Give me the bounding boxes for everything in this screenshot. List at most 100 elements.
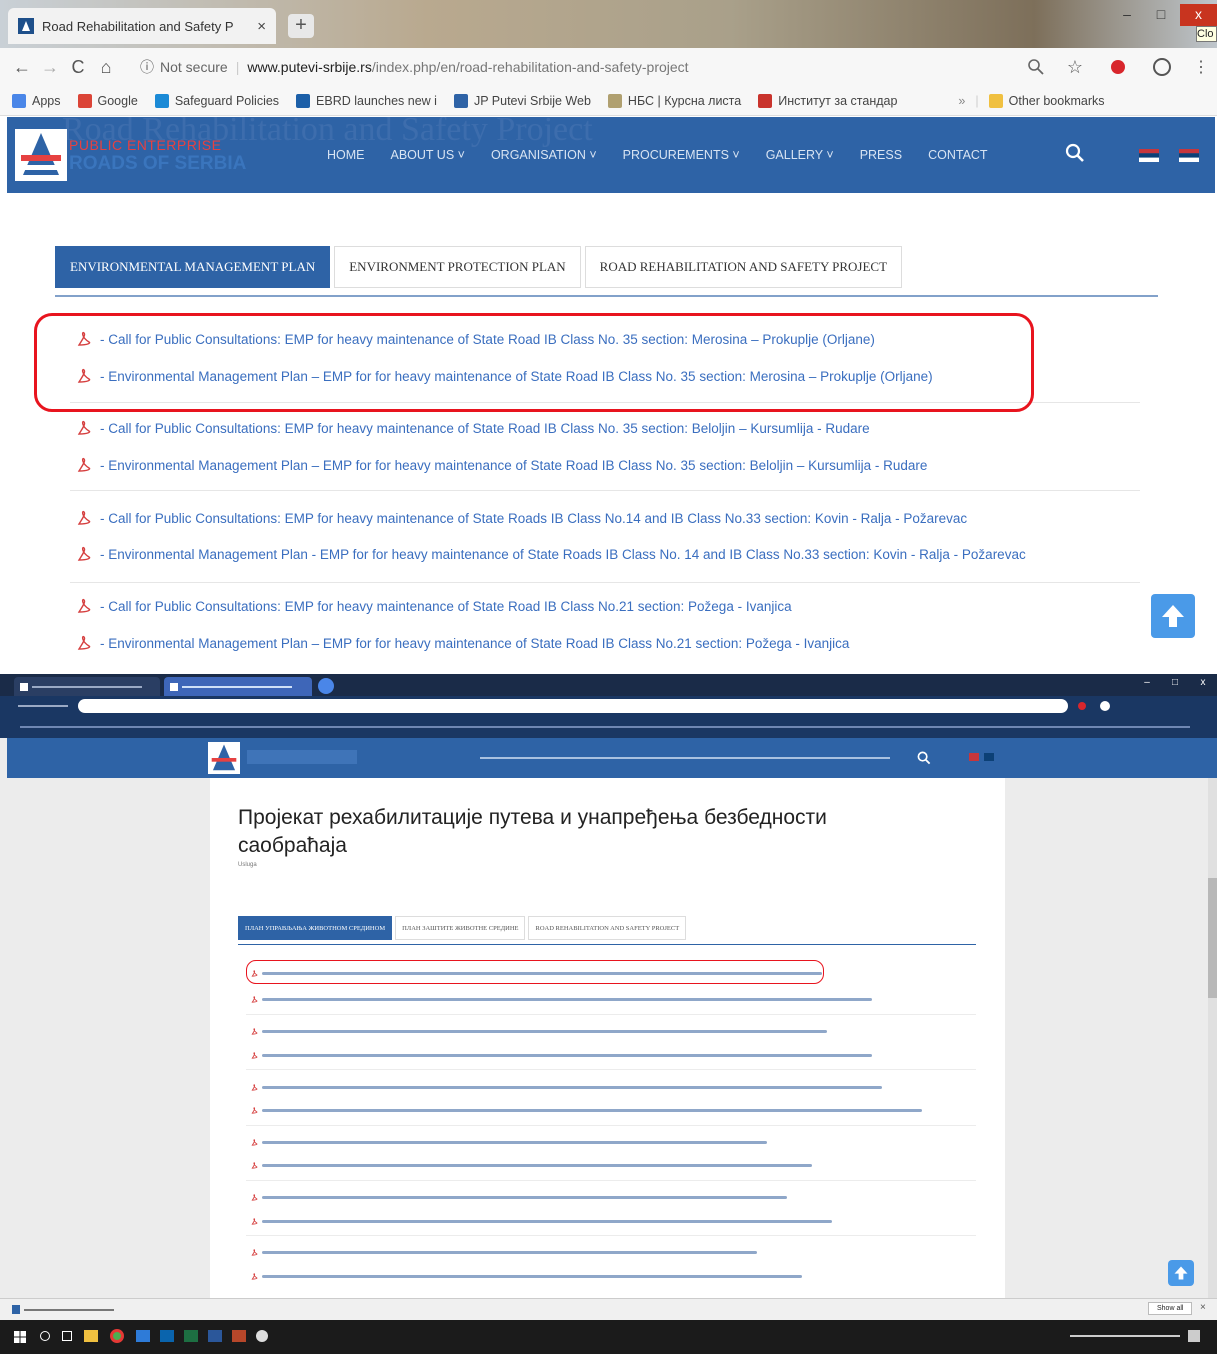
scroll-to-top-button[interactable] xyxy=(1151,594,1195,638)
acrobat-icon[interactable] xyxy=(232,1330,246,1342)
document-link[interactable] xyxy=(251,1139,767,1146)
menu-item[interactable]: CONTACT xyxy=(928,148,988,162)
document-link[interactable] xyxy=(251,1107,922,1114)
menu-item[interactable]: GALLERY ˅ xyxy=(766,148,834,162)
document-link[interactable]: - Environmental Management Plan – EMP fo… xyxy=(76,457,927,473)
document-link[interactable] xyxy=(251,1249,757,1256)
document-link[interactable] xyxy=(251,1084,882,1091)
document-link[interactable]: - Environmental Management Plan - EMP fo… xyxy=(76,546,1026,562)
document-link[interactable] xyxy=(251,1028,827,1035)
windows-start-icon[interactable] xyxy=(14,1331,26,1343)
tab-underline xyxy=(55,295,1158,297)
menu-item[interactable]: ORGANISATION ˅ xyxy=(491,148,597,162)
maximize-button[interactable]: □ xyxy=(1164,677,1186,693)
extension-icon[interactable] xyxy=(1111,60,1125,74)
bookmarks-more-icon[interactable]: » xyxy=(958,94,965,108)
bookmark-items[interactable] xyxy=(20,726,1190,728)
maximize-button[interactable]: □ xyxy=(1146,4,1176,26)
profile-icon[interactable] xyxy=(1153,58,1171,76)
show-all-button[interactable]: Show all xyxy=(1148,1302,1193,1315)
bookmark-item[interactable]: Институт за стандар xyxy=(758,93,897,108)
home-icon[interactable]: ⌂ xyxy=(92,57,120,78)
minimize-button[interactable]: – xyxy=(1136,677,1158,693)
document-link[interactable]: - Call for Public Consultations: EMP for… xyxy=(76,510,967,526)
kebab-menu-icon[interactable]: ⋮ xyxy=(1193,57,1209,77)
bookmark-item[interactable]: Apps xyxy=(12,93,61,108)
bookmark-item[interactable]: НБС | Курсна листа xyxy=(607,93,741,108)
document-link[interactable] xyxy=(251,996,872,1003)
content-tab[interactable]: ROAD REHABILITATION AND SAFETY PROJECT xyxy=(584,246,903,288)
content-tab[interactable]: ENVIRONMENT PROTECTION PLAN xyxy=(334,246,581,288)
search-icon[interactable] xyxy=(40,1331,50,1341)
url-field[interactable]: ⓘ Not secure | www.putevi-srbije.rs /ind… xyxy=(128,53,1019,81)
document-link[interactable]: - Call for Public Consultations: EMP for… xyxy=(76,598,792,614)
content-tab[interactable]: ПЛАН ЗАШТИТЕ ЖИВОТНЕ СРЕДИНЕ xyxy=(395,916,526,940)
document-link[interactable] xyxy=(251,1162,812,1169)
bookmark-item[interactable]: Google xyxy=(77,93,138,108)
edge-icon[interactable] xyxy=(136,1330,150,1342)
zoom-icon[interactable] xyxy=(1027,58,1045,76)
browser-tab[interactable] xyxy=(14,677,160,696)
document-link[interactable]: - Environmental Management Plan – EMP fo… xyxy=(76,635,849,651)
excel-icon[interactable] xyxy=(184,1330,198,1342)
content-tab[interactable]: ENVIRONMENTAL MANAGEMENT PLAN xyxy=(55,246,331,288)
download-filename[interactable] xyxy=(24,1309,114,1311)
bookmark-item[interactable]: JP Putevi Srbije Web xyxy=(453,93,591,108)
menu-item[interactable]: PRESS xyxy=(860,148,902,162)
close-window-button[interactable]: x xyxy=(1192,677,1214,693)
other-bookmarks[interactable]: Other bookmarks xyxy=(988,93,1105,108)
search-icon[interactable] xyxy=(1065,143,1085,163)
document-link[interactable] xyxy=(251,1194,787,1201)
document-link[interactable] xyxy=(251,1218,832,1225)
document-link[interactable]: - Call for Public Consultations: EMP for… xyxy=(76,420,870,436)
bookmark-label: JP Putevi Srbije Web xyxy=(473,93,591,108)
task-view-icon[interactable] xyxy=(62,1331,72,1341)
file-explorer-icon[interactable] xyxy=(84,1330,98,1342)
minimize-button[interactable]: – xyxy=(1112,4,1142,26)
download-close-button[interactable]: × xyxy=(1200,1302,1206,1313)
close-window-button[interactable]: x xyxy=(1180,4,1217,26)
menu-item[interactable]: PROCUREMENTS ˅ xyxy=(623,148,740,162)
english-flag-icon[interactable] xyxy=(984,753,994,761)
scrollbar[interactable] xyxy=(1208,778,1217,1298)
extension-icon[interactable] xyxy=(1078,702,1086,710)
app-icon[interactable] xyxy=(256,1330,268,1342)
serbian-latin-flag-icon[interactable] xyxy=(1179,149,1199,162)
scroll-to-top-button[interactable] xyxy=(1168,1260,1194,1286)
tab-close-button[interactable]: × xyxy=(257,18,266,35)
browser-tab-active[interactable] xyxy=(164,677,312,696)
content-tab[interactable]: ROAD REHABILITATION AND SAFETY PROJECT xyxy=(528,916,687,940)
document-link[interactable] xyxy=(251,1273,802,1280)
back-arrow-icon[interactable]: ← xyxy=(8,57,36,78)
serbian-flag-icon[interactable] xyxy=(969,753,979,761)
new-tab-button[interactable]: + xyxy=(288,14,314,38)
chrome-icon[interactable] xyxy=(110,1329,124,1343)
roads-of-serbia-logo-icon[interactable] xyxy=(15,129,67,181)
forward-arrow-icon[interactable]: → xyxy=(36,57,64,78)
scrollbar-thumb[interactable] xyxy=(1208,878,1217,998)
bookmark-item[interactable]: EBRD launches new i xyxy=(296,93,437,108)
new-tab-button[interactable] xyxy=(318,678,334,694)
outlook-icon[interactable] xyxy=(160,1330,174,1342)
roads-of-serbia-logo-icon[interactable] xyxy=(207,742,241,774)
reload-icon[interactable]: C xyxy=(64,57,92,78)
menu-item[interactable]: ABOUT US ˅ xyxy=(391,148,465,162)
word-icon[interactable] xyxy=(208,1330,222,1342)
content-tab[interactable]: ПЛАН УПРАВЉАЊА ЖИВОТНОМ СРЕДИНОМ xyxy=(238,916,393,940)
menu-item[interactable]: HOME xyxy=(327,148,365,162)
breadcrumb[interactable]: Usluga xyxy=(238,862,257,868)
profile-icon[interactable] xyxy=(1100,701,1110,711)
info-icon[interactable]: ⓘ xyxy=(140,57,154,77)
notifications-icon[interactable] xyxy=(1188,1330,1200,1342)
folder-icon xyxy=(988,93,1003,108)
serbian-flag-icon[interactable] xyxy=(1139,149,1159,162)
star-icon[interactable]: ☆ xyxy=(1067,57,1083,78)
url-field[interactable] xyxy=(78,699,1068,713)
divider xyxy=(70,490,1140,491)
nav-buttons[interactable] xyxy=(18,705,68,707)
document-link[interactable] xyxy=(251,1052,872,1059)
browser-tab[interactable]: Road Rehabilitation and Safety P × xyxy=(8,8,276,44)
search-icon[interactable] xyxy=(917,751,931,765)
bookmark-item[interactable]: Safeguard Policies xyxy=(154,93,279,108)
system-tray[interactable] xyxy=(1070,1335,1180,1337)
